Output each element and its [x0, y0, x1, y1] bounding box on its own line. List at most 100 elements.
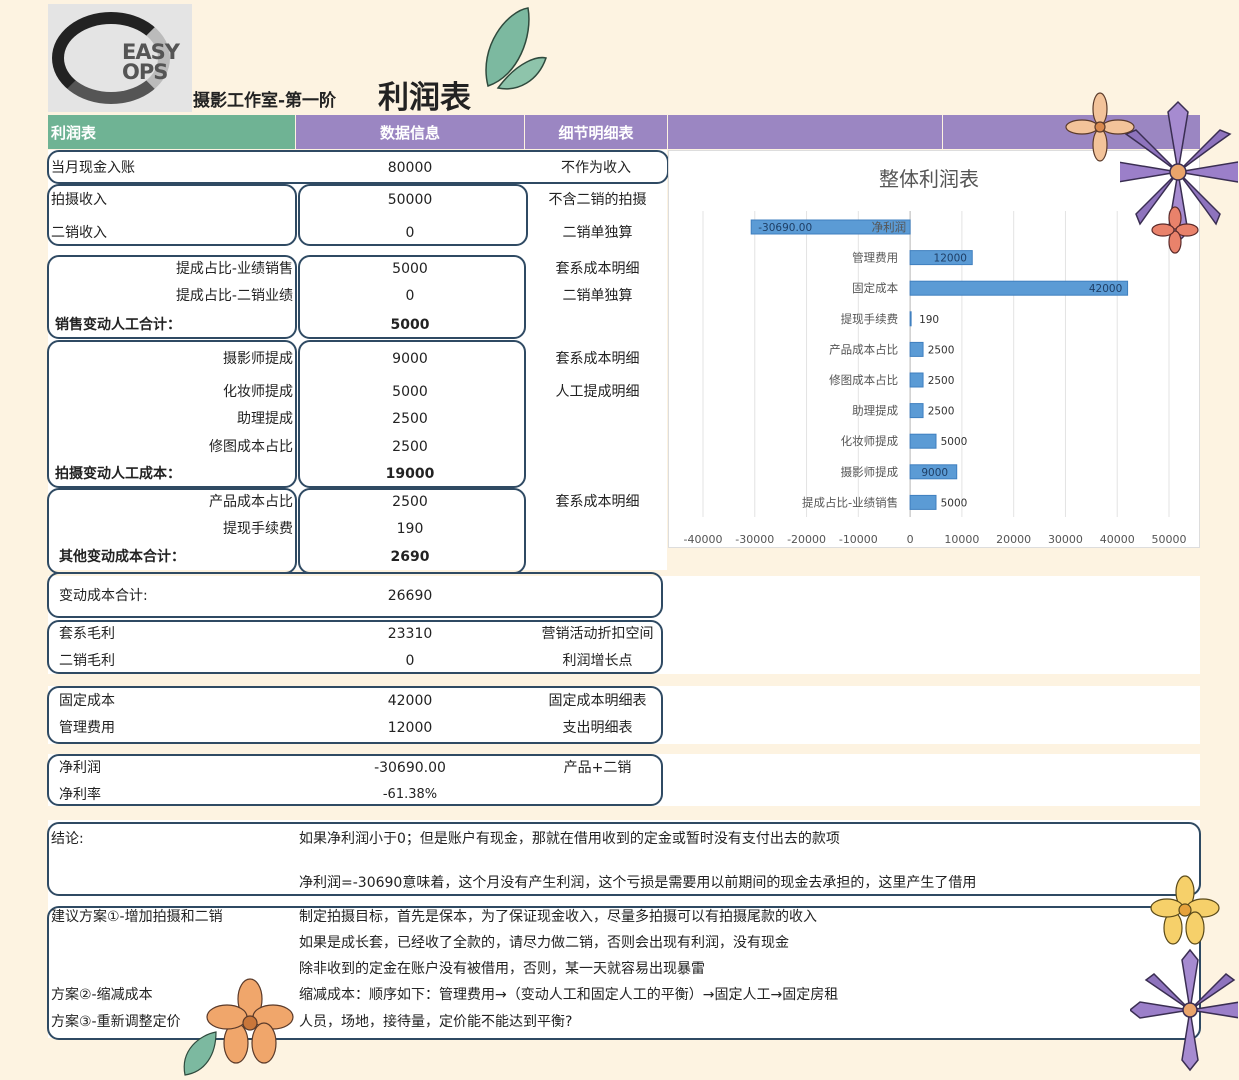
- chart-category-label: 提现手续费: [841, 312, 899, 326]
- net-margin-label: 净利率: [59, 787, 101, 803]
- chart-bar: [909, 372, 924, 388]
- chart-category-label: 管理费用: [852, 251, 898, 265]
- chart-x-tick-label: 40000: [1100, 533, 1135, 546]
- package-margin-label: 套系毛利: [59, 626, 115, 642]
- sales-total-label: 销售变动人工合计：: [55, 317, 181, 333]
- chart-data-label: 9000: [921, 467, 948, 479]
- commission-resale-value: 0: [405, 288, 415, 304]
- chart-data-label: 2500: [928, 344, 955, 356]
- commission-sales-value: 5000: [392, 261, 428, 277]
- net-margin-value: -61.38%: [382, 787, 438, 802]
- other-total-value: 2690: [390, 549, 430, 565]
- chart-category-label: 摄影师提成: [841, 465, 899, 479]
- chart-x-tick-label: 0: [907, 533, 914, 546]
- chart-bar: [909, 403, 924, 419]
- chart-data-label: 2500: [928, 375, 955, 387]
- makeup-label: 化妆师提成: [223, 384, 293, 400]
- commission-sales-note: 套系成本明细: [555, 261, 640, 277]
- withdraw-fee-label: 提现手续费: [223, 521, 293, 537]
- fixed-cost-label: 固定成本: [59, 693, 115, 709]
- photographer-note: 套系成本明细: [555, 351, 640, 367]
- chart-data-label: 12000: [934, 253, 967, 265]
- red-flower-decoration: [1151, 206, 1199, 254]
- shoot-income-label: 拍摄收入: [51, 192, 107, 208]
- chart-bar: [909, 311, 912, 327]
- shoot-income-value: 50000: [387, 192, 433, 208]
- retouch-label: 修图成本占比: [209, 439, 293, 455]
- product-label: 产品成本占比: [209, 494, 293, 510]
- shoot-total-label: 拍摄变动人工成本：: [55, 466, 181, 482]
- column-header-detail: 细节明细表: [525, 115, 667, 149]
- chart-data-label: 42000: [1089, 283, 1122, 295]
- photographer-value: 9000: [392, 351, 428, 367]
- chart-category-label: 固定成本: [852, 281, 898, 295]
- column-header-statement: 利润表: [48, 115, 295, 149]
- chart-category-label: 产品成本占比: [829, 342, 898, 356]
- page-title: 利润表: [378, 80, 471, 116]
- package-margin-value: 23310: [387, 626, 433, 642]
- conclusion-label: 结论:: [51, 831, 84, 847]
- commission-resale-note: 二销单独算: [562, 288, 633, 304]
- product-note: 套系成本明细: [555, 494, 640, 510]
- withdraw-fee-value: 190: [396, 521, 424, 537]
- conclusion-line-1: 如果净利润小于0；但是账户有现金，那就在借用收到的定金或暂时没有支付出去的款项: [299, 831, 840, 847]
- assistant-value: 2500: [392, 411, 428, 427]
- column-header-data: 数据信息: [296, 115, 524, 149]
- plan-text-5: 人员，场地，接待量，定价能不能达到平衡?: [299, 1014, 573, 1030]
- chart-data-label: 5000: [941, 436, 968, 448]
- makeup-note: 人工提成明细: [555, 384, 640, 400]
- cash-in-note: 不作为收入: [561, 160, 631, 176]
- chart-category-label: 提成占比-业绩销售: [802, 495, 898, 509]
- shoot-income-note: 不含二销的拍摄: [548, 192, 647, 208]
- assistant-label: 助理提成: [237, 411, 293, 427]
- chart-x-tick-label: -30000: [735, 533, 774, 546]
- net-profit-value: -30690.00: [374, 760, 446, 776]
- package-margin-note: 营销活动折扣空间: [541, 626, 654, 642]
- admin-cost-value: 12000: [387, 720, 433, 736]
- plan-3-label: 方案③-重新调整定价: [51, 1014, 181, 1030]
- commission-sales-label: 提成占比-业绩销售: [175, 261, 293, 277]
- chart-data-label: 5000: [941, 497, 968, 509]
- chart-data-label: 2500: [928, 406, 955, 418]
- plan-1-label: 建议方案①-增加拍摄和二销: [51, 909, 223, 925]
- sales-total-value: 5000: [390, 317, 430, 333]
- easyops-logo: EASY OPS: [48, 4, 192, 112]
- plan-2-label: 方案②-缩减成本: [51, 987, 153, 1003]
- chart-x-tick-label: 50000: [1152, 533, 1187, 546]
- shoot-total-value: 19000: [385, 466, 435, 482]
- cash-in-value: 80000: [387, 160, 433, 176]
- chart-x-tick-label: 20000: [996, 533, 1031, 546]
- column-header-blank-1: [668, 115, 942, 149]
- net-profit-note: 产品+二销: [563, 760, 632, 776]
- other-total-label: 其他变动成本合计：: [59, 549, 185, 565]
- leaf-bottom-decoration: [183, 1031, 217, 1076]
- flowers-bottom-right-decoration: [1130, 875, 1238, 1072]
- plan-text-2: 如果是成长套，已经收了全款的，请尽力做二销，否则会出现有利润，没有现金: [299, 935, 789, 951]
- admin-cost-label: 管理费用: [59, 720, 115, 736]
- chart-x-tick-label: -20000: [787, 533, 826, 546]
- variable-total-value: 26690: [387, 588, 433, 604]
- peach-flower-top-decoration: [1065, 92, 1135, 162]
- resale-income-value: 0: [405, 225, 415, 241]
- leaf-top-decoration: [485, 7, 547, 90]
- net-profit-label: 净利润: [59, 760, 101, 776]
- chart-category-label: 助理提成: [852, 404, 898, 418]
- resale-margin-label: 二销毛利: [59, 653, 115, 669]
- chart-x-tick-label: 30000: [1048, 533, 1083, 546]
- chart-bar: [909, 433, 937, 449]
- cash-in-label: 当月现金入账: [51, 160, 135, 176]
- chart-data-label: 190: [919, 314, 939, 326]
- fixed-cost-value: 42000: [387, 693, 433, 709]
- chart-x-tick-label: -10000: [839, 533, 878, 546]
- resale-margin-note: 利润增长点: [562, 653, 633, 669]
- variable-total-label: 变动成本合计:: [59, 588, 148, 604]
- plan-text-1: 制定拍摄目标，首先是保本，为了保证现金收入，尽量多拍摄可以有拍摄尾款的收入: [299, 909, 817, 925]
- chart-category-label: 修图成本占比: [829, 373, 898, 387]
- chart-x-tick-label: 10000: [944, 533, 979, 546]
- makeup-value: 5000: [392, 384, 428, 400]
- logo-text-ops: OPS: [122, 60, 168, 84]
- resale-income-note: 二销单独算: [562, 225, 633, 241]
- chart-bar: [909, 341, 924, 357]
- commission-resale-label: 提成占比-二销业绩: [175, 288, 293, 304]
- resale-income-label: 二销收入: [51, 225, 107, 241]
